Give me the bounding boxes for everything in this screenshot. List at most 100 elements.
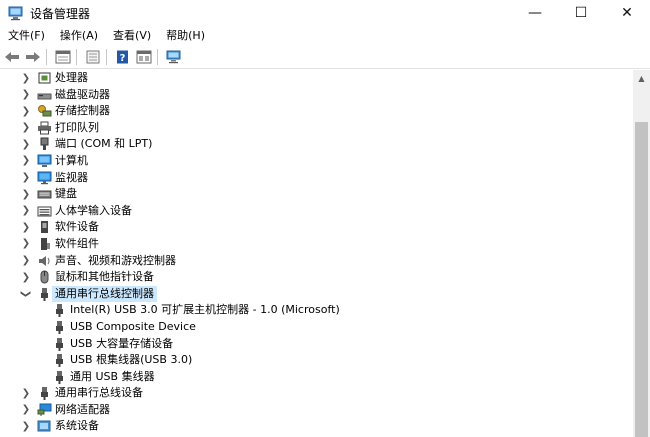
tree-node-label: 磁盘驱动器 xyxy=(55,87,110,101)
tree-node-system-devices[interactable]: ❯ 系统设备 xyxy=(0,418,633,435)
software-component-icon xyxy=(37,237,52,251)
tree-node-usb-composite[interactable]: USB Composite Device xyxy=(0,319,633,336)
window-title: 设备管理器 xyxy=(30,6,91,21)
tree-node-label: 鼠标和其他指针设备 xyxy=(55,270,154,284)
chevron-right-icon[interactable]: ❯ xyxy=(21,402,31,418)
help-icon[interactable]: ? xyxy=(114,48,132,66)
chevron-right-icon[interactable]: ❯ xyxy=(21,120,31,136)
chevron-right-icon[interactable]: ❯ xyxy=(21,153,31,169)
menu-action[interactable]: 操作(A) xyxy=(52,26,105,46)
computer-icon xyxy=(37,154,52,168)
toolbar: ? xyxy=(0,46,650,69)
device-tree: ❯ 处理器 ❯ 磁盘驱动器 ❯ 存储控制器 ❯ 打印队列 ❯ 端口 (COM 和… xyxy=(0,70,633,437)
device-manager-icon xyxy=(8,5,24,21)
scan-hardware-icon[interactable] xyxy=(165,48,183,66)
tree-node-label: USB Composite Device xyxy=(70,319,196,333)
tree-node-hid[interactable]: ❯ 人体学输入设备 xyxy=(0,203,633,220)
properties-icon[interactable] xyxy=(54,48,72,66)
chevron-right-icon[interactable]: ❯ xyxy=(21,385,31,401)
printer-icon xyxy=(37,121,52,135)
usb-icon xyxy=(52,337,67,351)
close-button[interactable]: ✕ xyxy=(604,0,650,26)
window-controls: — ☐ ✕ xyxy=(512,0,650,26)
menu-view[interactable]: 查看(V) xyxy=(105,26,158,46)
tree-node-label: 端口 (COM 和 LPT) xyxy=(55,137,153,151)
minimize-button[interactable]: — xyxy=(512,0,558,26)
tree-node-label: USB 根集线器(USB 3.0) xyxy=(70,353,193,367)
vertical-scrollbar[interactable]: ▲ xyxy=(633,70,650,437)
tree-node-label: 通用串行总线设备 xyxy=(55,386,143,400)
tree-node-label: 软件组件 xyxy=(55,236,99,250)
toolbar-separator xyxy=(76,49,77,65)
usb-icon xyxy=(37,386,52,401)
chevron-right-icon[interactable]: ❯ xyxy=(21,269,31,285)
chevron-right-icon[interactable]: ❯ xyxy=(21,253,31,269)
storage-controller-icon xyxy=(37,104,52,118)
view-icon[interactable] xyxy=(135,48,153,66)
chevron-right-icon[interactable]: ❯ xyxy=(21,418,31,434)
tree-node-ports[interactable]: ❯ 端口 (COM 和 LPT) xyxy=(0,136,633,153)
chevron-right-icon[interactable]: ❯ xyxy=(21,219,31,235)
usb-icon xyxy=(52,353,67,368)
update-driver-icon[interactable] xyxy=(84,48,102,66)
keyboard-icon xyxy=(37,187,52,201)
tree-node-network-adapters[interactable]: ❯ 网络适配器 xyxy=(0,402,633,419)
chevron-right-icon[interactable]: ❯ xyxy=(21,87,31,103)
scroll-up-icon[interactable]: ▲ xyxy=(633,70,650,87)
toolbar-separator xyxy=(106,49,107,65)
tree-node-label: USB 大容量存储设备 xyxy=(70,336,174,350)
tree-node-monitors[interactable]: ❯ 监视器 xyxy=(0,170,633,187)
hid-icon xyxy=(37,204,52,218)
tree-node-intel-usb3-host[interactable]: Intel(R) USB 3.0 可扩展主机控制器 - 1.0 (Microso… xyxy=(0,302,633,319)
processor-icon xyxy=(37,71,52,85)
chevron-right-icon[interactable]: ❯ xyxy=(21,236,31,252)
tree-node-generic-usb-hub[interactable]: 通用 USB 集线器 xyxy=(0,369,633,386)
tree-node-label: 监视器 xyxy=(55,170,88,184)
tree-node-software-devices[interactable]: ❯ 软件设备 xyxy=(0,219,633,236)
tree-node-storage-controllers[interactable]: ❯ 存储控制器 xyxy=(0,103,633,120)
menu-help[interactable]: 帮助(H) xyxy=(158,26,212,46)
usb-icon xyxy=(52,320,67,334)
tree-node-label: 打印队列 xyxy=(55,120,99,134)
chevron-right-icon[interactable]: ❯ xyxy=(21,70,31,86)
usb-icon xyxy=(52,303,67,318)
toolbar-separator xyxy=(46,49,47,65)
tree-node-usb-mass-storage[interactable]: USB 大容量存储设备 xyxy=(0,336,633,353)
chevron-right-icon[interactable]: ❯ xyxy=(21,103,31,119)
tree-node-label: 存储控制器 xyxy=(55,104,110,118)
tree-node-usb-devices[interactable]: ❯ 通用串行总线设备 xyxy=(0,385,633,402)
svg-text:?: ? xyxy=(120,53,126,64)
chevron-right-icon[interactable]: ❯ xyxy=(21,136,31,152)
tree-node-label: 处理器 xyxy=(55,71,88,84)
tree-node-label: 计算机 xyxy=(55,153,88,167)
system-device-icon xyxy=(37,419,52,433)
port-icon xyxy=(37,137,52,151)
chevron-right-icon[interactable]: ❯ xyxy=(21,203,31,219)
maximize-button[interactable]: ☐ xyxy=(558,0,604,26)
tree-node-label: 人体学输入设备 xyxy=(55,203,132,217)
tree-node-software-components[interactable]: ❯ 软件组件 xyxy=(0,236,633,253)
tree-node-computer[interactable]: ❯ 计算机 xyxy=(0,153,633,170)
tree-node-usb-controllers[interactable]: ❯ 通用串行总线控制器 xyxy=(0,285,633,303)
tree-node-sound[interactable]: ❯ 声音、视频和游戏控制器 xyxy=(0,253,633,270)
chevron-right-icon[interactable]: ❯ xyxy=(21,170,31,186)
tree-node-label: 通用 USB 集线器 xyxy=(70,369,155,383)
chevron-down-icon[interactable]: ❯ xyxy=(18,289,34,299)
tree-node-print-queues[interactable]: ❯ 打印队列 xyxy=(0,120,633,137)
tree-node-label: 系统设备 xyxy=(55,419,99,433)
menu-bar: 文件(F) 操作(A) 查看(V) 帮助(H) xyxy=(0,26,650,46)
tree-node-mice[interactable]: ❯ 鼠标和其他指针设备 xyxy=(0,269,633,286)
back-arrow-icon[interactable] xyxy=(3,48,21,66)
toolbar-separator xyxy=(157,49,158,65)
scrollbar-thumb[interactable] xyxy=(635,122,648,437)
tree-node-keyboards[interactable]: ❯ 键盘 xyxy=(0,186,633,203)
tree-node-disk-drives[interactable]: ❯ 磁盘驱动器 xyxy=(0,87,633,104)
mouse-icon xyxy=(37,270,52,284)
forward-arrow-icon[interactable] xyxy=(24,48,42,66)
usb-icon xyxy=(52,370,67,384)
tree-node-usb-root-hub[interactable]: USB 根集线器(USB 3.0) xyxy=(0,352,633,369)
chevron-right-icon[interactable]: ❯ xyxy=(21,186,31,202)
tree-node-processor[interactable]: ❯ 处理器 xyxy=(0,70,633,87)
menu-file[interactable]: 文件(F) xyxy=(0,26,52,46)
software-device-icon xyxy=(37,220,52,234)
